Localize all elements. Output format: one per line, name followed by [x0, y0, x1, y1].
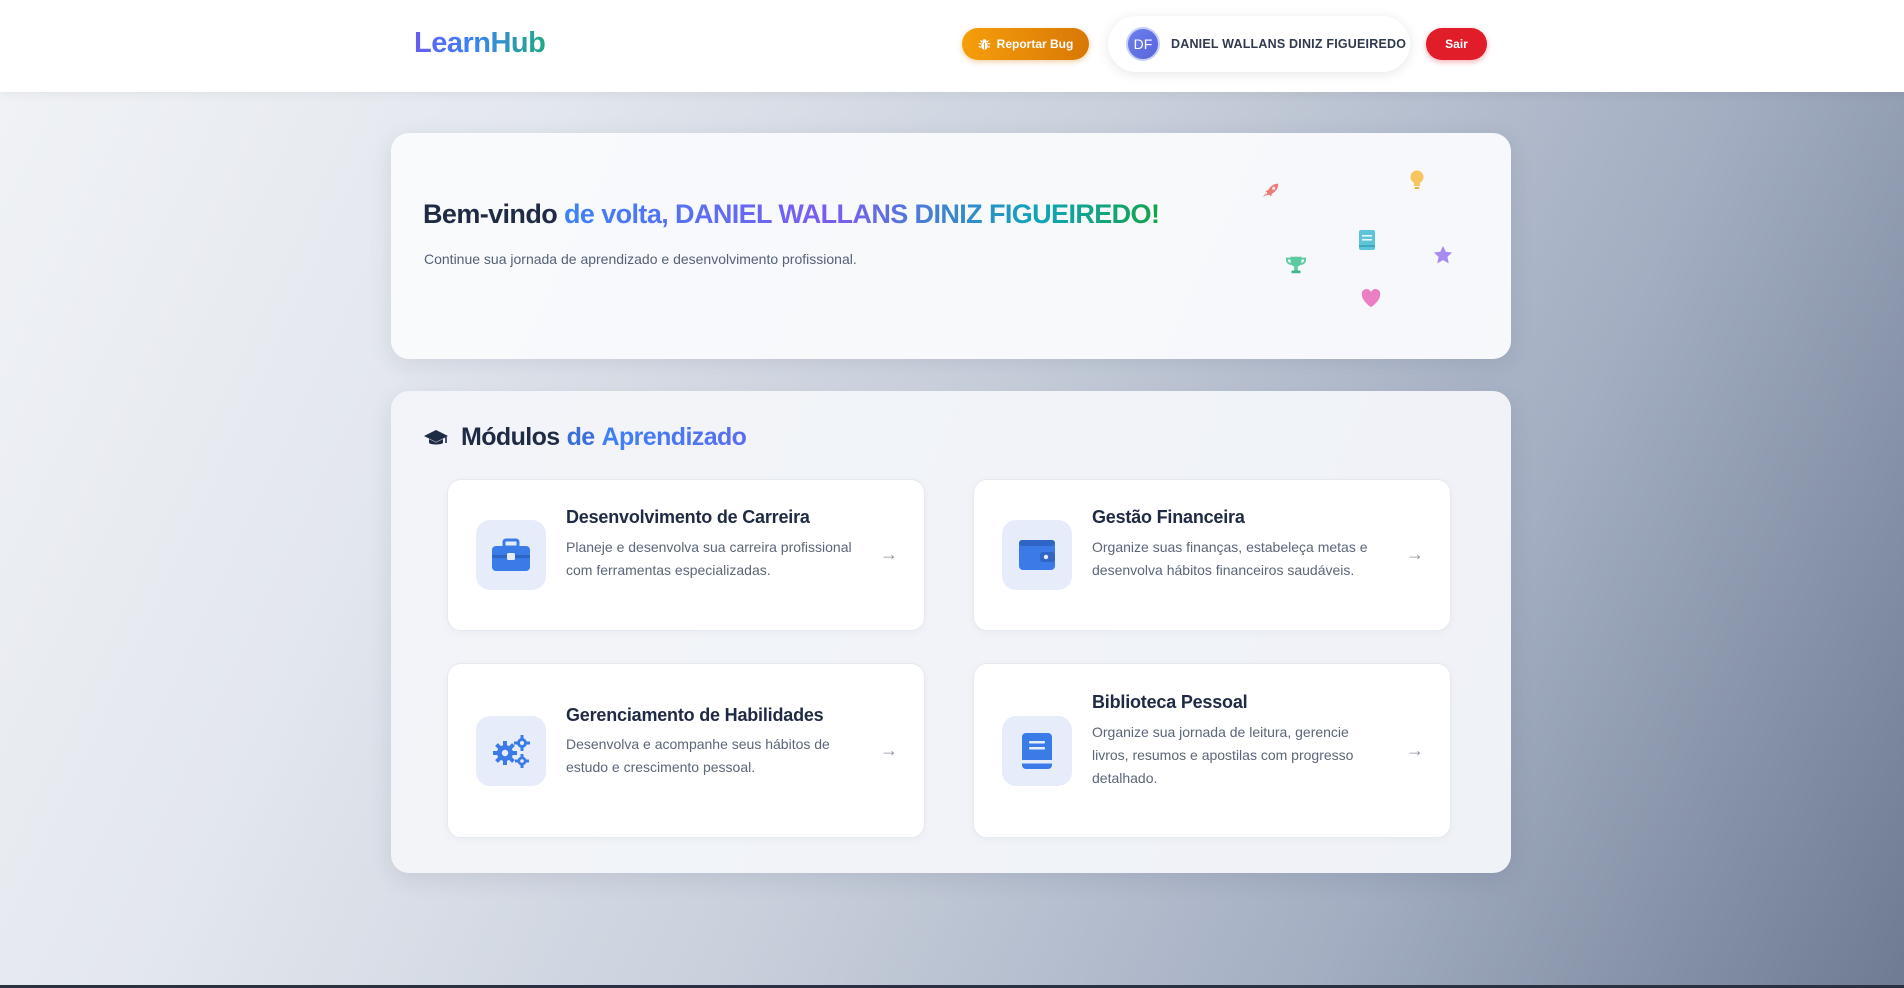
- learning-modules-section: Módulos de Aprendizado Desenvolvimento d…: [391, 391, 1511, 873]
- trophy-icon: [1285, 254, 1307, 276]
- lightbulb-icon: [1408, 169, 1426, 191]
- modules-title: Módulos de Aprendizado: [423, 423, 747, 452]
- graduation-cap-icon: [424, 429, 448, 444]
- report-bug-label: Reportar Bug: [996, 37, 1074, 51]
- user-name: DANIEL WALLANS DINIZ FIGUEIREDO: [1171, 37, 1407, 51]
- module-card-library[interactable]: Biblioteca Pessoal Organize sua jornada …: [973, 663, 1451, 838]
- star-icon: [1432, 244, 1454, 266]
- logout-button[interactable]: Sair: [1426, 28, 1487, 60]
- module-description: Organize suas finanças, estabeleça metas…: [1092, 539, 1368, 578]
- gears-icon: [493, 735, 530, 768]
- book-icon: [1358, 229, 1376, 251]
- welcome-title: Bem-vindo de volta, DANIEL WALLANS DINIZ…: [423, 199, 1160, 230]
- modules-title-part3: Aprendizado: [601, 423, 747, 451]
- module-icon-box: [476, 716, 546, 786]
- module-title: Gerenciamento de Habilidades: [566, 705, 824, 725]
- module-description: Desenvolva e acompanhe seus hábitos de e…: [566, 736, 830, 775]
- module-icon-box: [1002, 716, 1072, 786]
- module-icon-box: [476, 520, 546, 590]
- welcome-subtitle: Continue sua jornada de aprendizado e de…: [424, 251, 857, 267]
- module-description: Organize sua jornada de leitura, gerenci…: [1092, 724, 1354, 786]
- module-card-career[interactable]: Desenvolvimento de Carreira Planeje e de…: [447, 479, 925, 631]
- welcome-title-highlight: de volta, DANIEL WALLANS DINIZ FIGUEIRED…: [564, 199, 1160, 229]
- top-navbar: LearnHub Reportar Bug DF DANIEL WALLANS …: [0, 0, 1904, 92]
- heart-icon: [1360, 288, 1382, 308]
- arrow-right-icon: →: [880, 544, 898, 564]
- bug-icon: [978, 38, 990, 50]
- arrow-right-icon: →: [880, 740, 898, 760]
- welcome-title-prefix: Bem-vindo: [423, 199, 558, 229]
- module-icon-box: [1002, 520, 1072, 590]
- module-card-skills[interactable]: Gerenciamento de Habilidades Desenvolva …: [447, 663, 925, 838]
- module-title: Biblioteca Pessoal: [1092, 692, 1248, 712]
- user-profile-pill[interactable]: DF DANIEL WALLANS DINIZ FIGUEIREDO: [1108, 16, 1410, 72]
- avatar: DF: [1126, 27, 1160, 61]
- report-bug-button[interactable]: Reportar Bug: [962, 28, 1089, 60]
- module-title: Gestão Financeira: [1092, 507, 1245, 527]
- module-card-finance[interactable]: Gestão Financeira Organize suas finanças…: [973, 479, 1451, 631]
- welcome-card: Bem-vindo de volta, DANIEL WALLANS DINIZ…: [391, 133, 1511, 359]
- module-description: Planeje e desenvolva sua carreira profis…: [566, 539, 852, 578]
- modules-title-part1: Módulos: [461, 423, 560, 451]
- briefcase-icon: [492, 538, 530, 571]
- modules-title-part2: de: [566, 423, 596, 451]
- arrow-right-icon: →: [1406, 544, 1424, 564]
- app-logo[interactable]: LearnHub: [414, 27, 546, 60]
- arrow-right-icon: →: [1406, 740, 1424, 760]
- wallet-icon: [1019, 540, 1055, 570]
- book-icon: [1022, 733, 1052, 769]
- module-title: Desenvolvimento de Carreira: [566, 507, 810, 527]
- rocket-icon: [1260, 180, 1282, 202]
